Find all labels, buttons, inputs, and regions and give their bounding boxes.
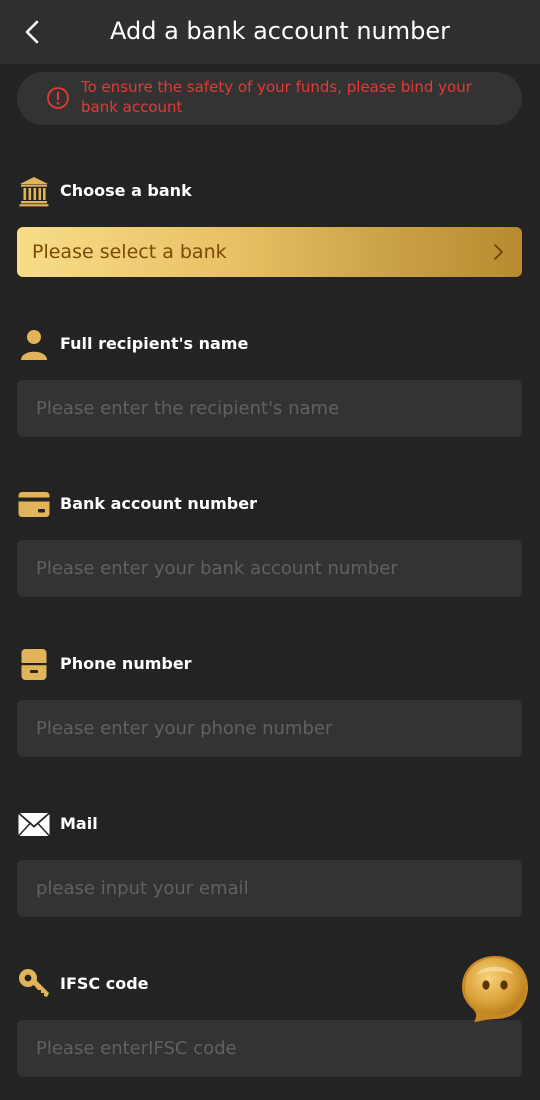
person-icon bbox=[21, 330, 47, 360]
choose-bank-label: Choose a bank bbox=[60, 181, 192, 200]
bank-icon bbox=[19, 177, 49, 207]
recipient-name-label: Full recipient's name bbox=[60, 334, 249, 353]
alert-circle-icon bbox=[47, 87, 69, 109]
top-bar: Add a bank account number bbox=[0, 0, 540, 64]
bank-select-button[interactable]: Please select a bank bbox=[17, 227, 522, 277]
account-number-input[interactable] bbox=[17, 540, 522, 597]
mail-label: Mail bbox=[60, 814, 98, 833]
card-icon bbox=[18, 492, 50, 517]
email-input[interactable] bbox=[17, 860, 522, 917]
envelope-icon bbox=[17, 812, 51, 837]
bank-select-text: Please select a bank bbox=[32, 241, 227, 263]
chat-mascot-icon[interactable] bbox=[460, 953, 530, 1023]
account-number-label: Bank account number bbox=[60, 494, 257, 513]
phone-number-input[interactable] bbox=[17, 700, 522, 757]
chevron-left-icon bbox=[25, 20, 39, 44]
ifsc-input[interactable] bbox=[17, 1020, 522, 1077]
back-button[interactable] bbox=[14, 14, 50, 50]
ifsc-label: IFSC code bbox=[60, 974, 149, 993]
chevron-right-icon bbox=[494, 244, 503, 260]
notice-text: To ensure the safety of your funds, plea… bbox=[81, 78, 472, 116]
phone-number-label: Phone number bbox=[60, 654, 192, 673]
recipient-name-input[interactable] bbox=[17, 380, 522, 437]
phone-icon bbox=[21, 649, 47, 680]
key-icon bbox=[19, 969, 49, 997]
safety-notice: To ensure the safety of your funds, plea… bbox=[17, 72, 522, 125]
page-title: Add a bank account number bbox=[109, 17, 451, 45]
